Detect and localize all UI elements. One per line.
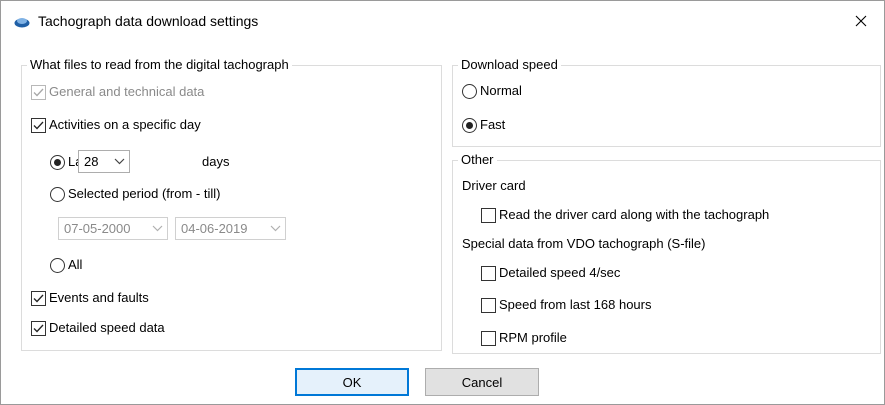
till-date-value: 04-06-2019: [181, 221, 248, 236]
events-checkbox[interactable]: [31, 290, 46, 306]
days-combo[interactable]: 28: [78, 150, 130, 173]
normal-radio[interactable]: [462, 83, 477, 99]
fast-radio[interactable]: [462, 117, 477, 133]
chevron-down-icon: [152, 225, 163, 232]
close-icon: [855, 15, 867, 27]
general-data-checkbox-row[interactable]: General and technical data: [31, 84, 204, 100]
download-speed-group: Download speed Normal Fast: [452, 57, 881, 147]
other-legend: Other: [458, 152, 497, 168]
last-days-radio[interactable]: [50, 154, 65, 170]
all-label: All: [68, 257, 83, 272]
from-date-picker[interactable]: 07-05-2000: [58, 217, 168, 240]
rpm-profile-label: RPM profile: [499, 330, 567, 345]
download-speed-legend: Download speed: [458, 57, 561, 73]
checkmark-icon: [33, 88, 44, 96]
read-driver-card-checkbox[interactable]: [481, 207, 496, 223]
close-button[interactable]: [838, 1, 884, 41]
fast-radio-row[interactable]: Fast: [462, 117, 505, 133]
other-group: Other Driver card Read the driver card a…: [452, 152, 881, 354]
detailed-speed-4sec-checkbox[interactable]: [481, 265, 496, 281]
checkmark-icon: [33, 294, 44, 302]
general-data-label: General and technical data: [49, 84, 205, 99]
special-data-heading: Special data from VDO tachograph (S-file…: [462, 236, 706, 251]
chevron-down-icon: [114, 158, 125, 165]
days-combo-value: 28: [84, 154, 99, 169]
normal-radio-row[interactable]: Normal: [462, 83, 522, 99]
read-driver-card-checkbox-row[interactable]: Read the driver card along with the tach…: [481, 207, 769, 223]
detailed-speed-4sec-label: Detailed speed 4/sec: [499, 265, 621, 280]
dialog-window: Tachograph data download settings What f…: [0, 0, 885, 405]
checkmark-icon: [33, 121, 44, 129]
events-label: Events and faults: [49, 290, 149, 305]
cancel-button[interactable]: Cancel: [425, 368, 539, 396]
all-radio-row[interactable]: All: [50, 257, 82, 273]
files-group-legend: What files to read from the digital tach…: [27, 57, 292, 73]
detailed-speed-data-checkbox-row[interactable]: Detailed speed data: [31, 320, 165, 336]
events-checkbox-row[interactable]: Events and faults: [31, 290, 149, 306]
detailed-speed-data-label: Detailed speed data: [49, 320, 165, 335]
days-label: days: [202, 154, 230, 169]
speed-168h-checkbox-row[interactable]: Speed from last 168 hours: [481, 297, 651, 313]
selected-period-radio-row[interactable]: Selected period (from - till): [50, 186, 220, 202]
activities-checkbox-row[interactable]: Activities on a specific day: [31, 117, 201, 133]
radio-dot: [54, 158, 61, 166]
read-driver-card-label: Read the driver card along with the tach…: [499, 207, 770, 222]
detailed-speed-4sec-checkbox-row[interactable]: Detailed speed 4/sec: [481, 265, 620, 281]
selected-period-label: Selected period (from - till): [68, 186, 221, 201]
window-title: Tachograph data download settings: [38, 13, 259, 29]
ok-button[interactable]: OK: [295, 368, 409, 396]
detailed-speed-data-checkbox[interactable]: [31, 320, 46, 336]
activities-label: Activities on a specific day: [49, 117, 201, 132]
all-radio[interactable]: [50, 257, 65, 273]
speed-168h-label: Speed from last 168 hours: [499, 297, 652, 312]
radio-dot: [466, 121, 473, 129]
rpm-profile-checkbox[interactable]: [481, 330, 496, 346]
general-data-checkbox[interactable]: [31, 84, 46, 100]
speed-168h-checkbox[interactable]: [481, 297, 496, 313]
fast-label: Fast: [480, 117, 506, 132]
files-group: What files to read from the digital tach…: [21, 57, 442, 351]
driver-card-heading: Driver card: [462, 178, 526, 193]
selected-period-radio[interactable]: [50, 186, 65, 202]
app-icon: [14, 18, 30, 28]
from-date-value: 07-05-2000: [64, 221, 131, 236]
checkmark-icon: [33, 324, 44, 332]
normal-label: Normal: [480, 83, 522, 98]
chevron-down-icon: [270, 225, 281, 232]
activities-checkbox[interactable]: [31, 117, 46, 133]
rpm-profile-checkbox-row[interactable]: RPM profile: [481, 330, 567, 346]
title-bar: Tachograph data download settings: [1, 1, 884, 41]
till-date-picker[interactable]: 04-06-2019: [175, 217, 286, 240]
